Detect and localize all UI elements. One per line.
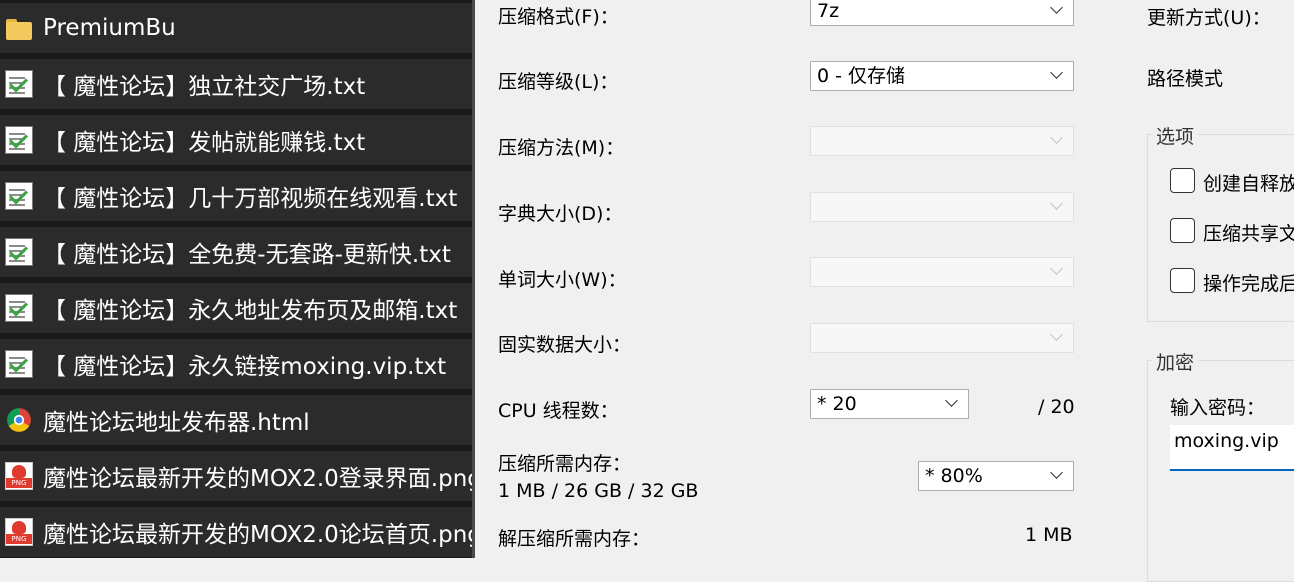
encryption-group-title: 加密 [1152, 348, 1199, 375]
cpu-select-value: * 20 [817, 393, 857, 415]
level-label: 压缩等级(L)： [498, 71, 619, 93]
file-row[interactable]: 【 魔性论坛】发帖就能赚钱.txt [0, 115, 473, 165]
delete-after-checkbox-label: 操作完成后 [1203, 273, 1294, 295]
file-row[interactable]: 【 魔性论坛】全免费-无套路-更新快.txt [0, 227, 473, 277]
update-mode-label: 更新方式(U)： [1147, 7, 1271, 29]
path-mode-label: 路径模式 [1147, 68, 1224, 90]
word-select [810, 257, 1074, 287]
chevron-down-icon [1050, 66, 1063, 79]
file-row[interactable]: PremiumBu [0, 3, 473, 53]
solid-label: 固实数据大小： [498, 334, 632, 356]
file-name: 魔性论坛地址发布器.html [43, 410, 310, 436]
file-name: 魔性论坛最新开发的MOX2.0论坛首页.png [43, 522, 473, 548]
decompress-memory-label: 解压缩所需内存： [498, 528, 651, 550]
file-name: 【 魔性论坛】独立社交广场.txt [43, 74, 366, 100]
text-file-icon [5, 350, 33, 378]
cpu-max: / 20 [1038, 396, 1075, 418]
format-label: 压缩格式(F)： [498, 6, 619, 28]
file-name: 【 魔性论坛】几十万部视频在线观看.txt [43, 186, 458, 212]
memory-info: 1 MB / 26 GB / 32 GB [498, 480, 699, 502]
password-input[interactable]: moxing.vip [1170, 425, 1294, 471]
file-name: 【 魔性论坛】永久链接moxing.vip.txt [43, 354, 447, 380]
file-name: 【 魔性论坛】发帖就能赚钱.txt [43, 130, 366, 156]
file-row[interactable]: 【 魔性论坛】永久地址发布页及邮箱.txt [0, 283, 473, 333]
dict-select [810, 192, 1074, 222]
text-file-icon [5, 238, 33, 266]
file-name: PremiumBu [43, 15, 176, 41]
chevron-down-icon [1050, 1, 1063, 14]
memory-select[interactable]: * 80% [918, 461, 1074, 491]
sfx-checkbox-label: 创建自释放 [1203, 173, 1294, 195]
cpu-label: CPU 线程数： [498, 400, 619, 422]
password-label: 输入密码： [1170, 397, 1266, 419]
level-select[interactable]: 0 - 仅存储 [810, 61, 1074, 91]
png-file-icon [5, 462, 33, 490]
file-row[interactable]: 魔性论坛地址发布器.html [0, 395, 473, 445]
decompress-memory-value: 1 MB [1025, 524, 1073, 546]
file-name: 【 魔性论坛】永久地址发布页及邮箱.txt [43, 298, 458, 324]
word-label: 单词大小(W)： [498, 269, 627, 291]
chevron-down-icon [1050, 328, 1063, 341]
memory-label: 压缩所需内存： [498, 453, 632, 475]
png-file-icon [5, 518, 33, 546]
memory-select-value: * 80% [925, 465, 983, 487]
format-select[interactable]: 7z [810, 0, 1074, 26]
cpu-select[interactable]: * 20 [810, 389, 969, 419]
shared-files-checkbox[interactable] [1170, 218, 1195, 243]
sfx-checkbox[interactable] [1170, 168, 1195, 193]
options-group-title: 选项 [1152, 122, 1199, 149]
chevron-down-icon [1050, 262, 1063, 275]
shared-files-checkbox-label: 压缩共享文 [1203, 223, 1294, 245]
folder-icon [5, 14, 33, 42]
delete-after-checkbox[interactable] [1170, 268, 1195, 293]
text-file-icon [5, 126, 33, 154]
chevron-down-icon [1050, 466, 1063, 479]
chevron-down-icon [1050, 197, 1063, 210]
text-file-icon [5, 182, 33, 210]
text-file-icon [5, 70, 33, 98]
panel-divider [472, 0, 475, 558]
format-select-value: 7z [817, 0, 840, 22]
file-name: 魔性论坛最新开发的MOX2.0登录界面.png [43, 466, 473, 492]
method-label: 压缩方法(M)： [498, 137, 625, 159]
file-row[interactable]: 【 魔性论坛】永久链接moxing.vip.txt [0, 339, 473, 389]
chrome-icon [7, 408, 31, 432]
file-name: 【 魔性论坛】全免费-无套路-更新快.txt [43, 242, 451, 268]
file-row[interactable]: 【 魔性论坛】独立社交广场.txt [0, 59, 473, 109]
text-file-icon [5, 294, 33, 322]
file-row[interactable]: 魔性论坛最新开发的MOX2.0论坛首页.png [0, 507, 473, 557]
password-input-value: moxing.vip [1174, 430, 1279, 452]
method-select [810, 126, 1074, 156]
chevron-down-icon [1050, 131, 1063, 144]
level-select-value: 0 - 仅存储 [817, 65, 906, 87]
solid-select [810, 323, 1074, 353]
file-list: PremiumBu 【 魔性论坛】独立社交广场.txt 【 魔性论坛】发帖就能赚… [0, 0, 473, 558]
file-row[interactable]: 【 魔性论坛】几十万部视频在线观看.txt [0, 171, 473, 221]
dict-label: 字典大小(D)： [498, 203, 623, 225]
file-row[interactable]: 魔性论坛最新开发的MOX2.0登录界面.png [0, 451, 473, 501]
chevron-down-icon [945, 394, 958, 407]
